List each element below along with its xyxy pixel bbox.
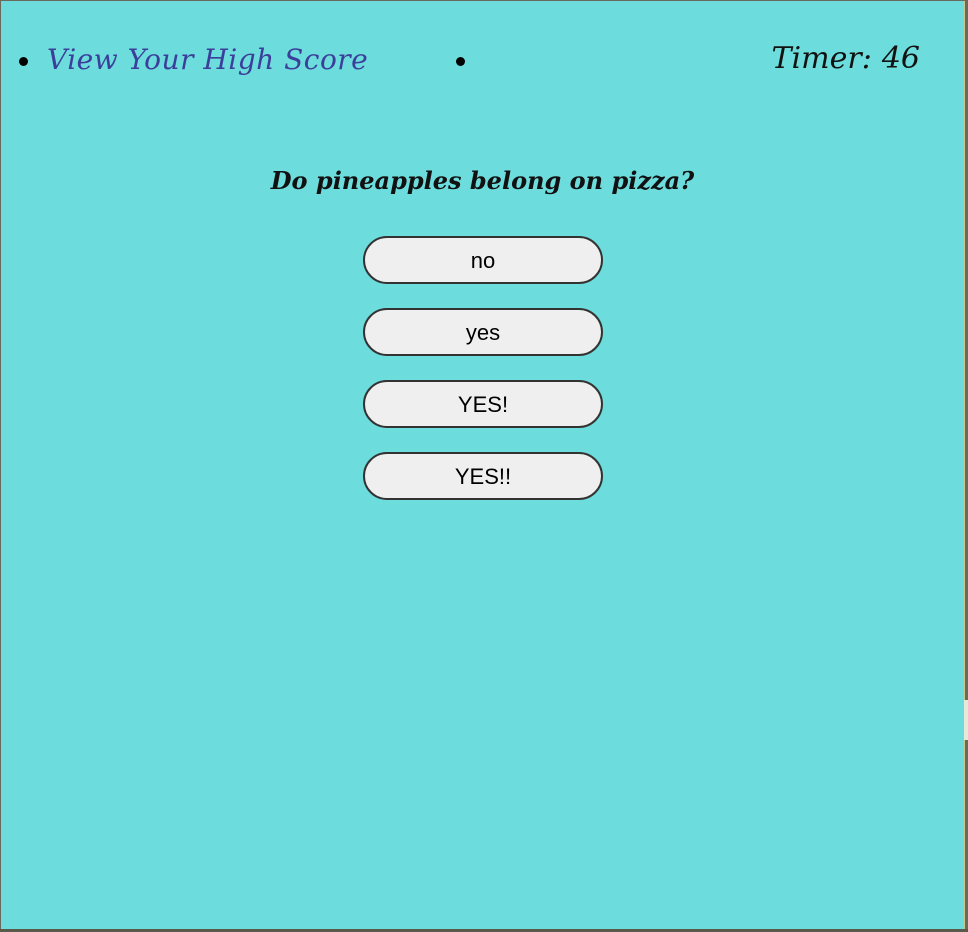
nav-bullet-icon: [456, 57, 465, 66]
answer-button-no[interactable]: no: [363, 236, 603, 284]
timer-value: 46: [881, 41, 920, 76]
answer-button-yes[interactable]: yes: [363, 308, 603, 356]
view-high-score-link[interactable]: View Your High Score: [47, 43, 368, 76]
answer-button-yes-double-exclaim[interactable]: YES!!: [363, 452, 603, 500]
nav-bullet-icon: [19, 57, 28, 66]
answer-list: no yes YES! YES!!: [363, 236, 603, 524]
timer: Timer: 46: [772, 41, 920, 76]
top-nav: View Your High Score Timer: 46: [1, 1, 964, 111]
window-edge: [964, 700, 968, 740]
question-text: Do pineapples belong on pizza?: [270, 166, 695, 195]
quiz-page: View Your High Score Timer: 46 Do pineapp…: [1, 1, 965, 929]
timer-label: Timer:: [771, 41, 872, 76]
answer-button-yes-exclaim[interactable]: YES!: [363, 380, 603, 428]
